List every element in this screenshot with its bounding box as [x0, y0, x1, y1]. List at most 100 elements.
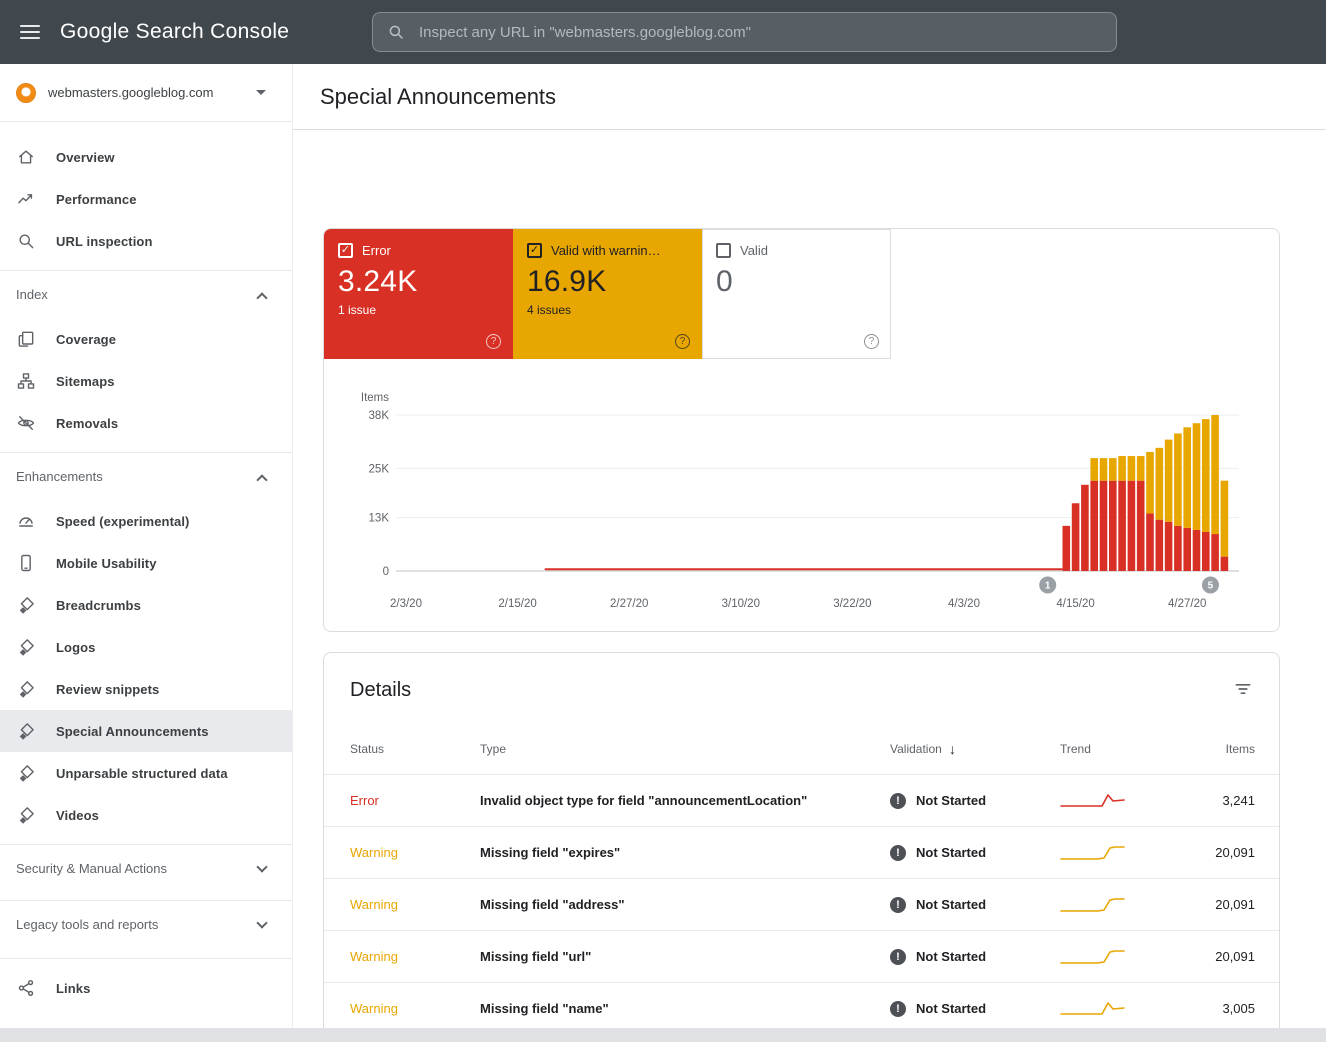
summary-chart-panel: ✓Error3.24K1 issue?✓Valid with warnin…16… — [323, 228, 1280, 632]
not-started-icon: ! — [890, 897, 906, 913]
items-cell: 3,005 — [1210, 1001, 1255, 1016]
menu-icon[interactable] — [20, 21, 44, 43]
svg-text:13K: 13K — [369, 513, 390, 525]
sidebar-item-mobile-usability[interactable]: Mobile Usability — [0, 542, 292, 584]
chevron-down-icon — [256, 861, 267, 872]
type-cell: Missing field "address" — [480, 897, 890, 912]
sidebar-item-coverage[interactable]: Coverage — [0, 318, 292, 360]
sidebar-section-index[interactable]: Index — [0, 270, 292, 318]
help-icon[interactable]: ? — [675, 334, 690, 349]
column-header-trend[interactable]: Trend — [1060, 742, 1210, 756]
url-inspection-input[interactable] — [417, 23, 1102, 42]
sidebar-item-label: Removals — [56, 416, 118, 431]
sidebar-section-security-manual-actions[interactable]: Security & Manual Actions — [0, 844, 292, 892]
sidebar-nav: Overview Performance URL inspection Index Co… — [0, 122, 292, 1009]
sidebar-item-label: Performance — [56, 192, 137, 207]
sidebar-item-logos[interactable]: Logos — [0, 626, 292, 668]
card-subtext: 4 issues — [527, 303, 688, 317]
sidebar-item-breadcrumbs[interactable]: Breadcrumbs — [0, 584, 292, 626]
status-cell: Warning — [350, 845, 480, 860]
items-cell: 20,091 — [1210, 845, 1255, 860]
card-value: 16.9K — [527, 265, 688, 299]
sidebar-item-special-announcements[interactable]: Special Announcements — [0, 710, 292, 752]
sidebar-item-links[interactable]: Links — [0, 967, 292, 1009]
summary-card-valid[interactable]: Valid 0? — [702, 229, 891, 359]
help-icon[interactable]: ? — [864, 334, 879, 349]
status-cell: Warning — [350, 1001, 480, 1016]
chevron-up-icon — [256, 292, 267, 303]
card-value: 0 — [716, 265, 877, 299]
sidebar-section-legacy-tools-and-reports[interactable]: Legacy tools and reports — [0, 900, 292, 948]
sidebar-item-sitemaps[interactable]: Sitemaps — [0, 360, 292, 402]
sidebar-item-videos[interactable]: Videos — [0, 794, 292, 836]
sidebar-item-label: Logos — [56, 640, 96, 655]
speed-icon — [16, 511, 36, 531]
trend-sparkline — [1060, 948, 1130, 966]
summary-card-error[interactable]: ✓Error3.24K1 issue? — [324, 229, 513, 359]
home-icon — [16, 147, 36, 167]
warning-checkbox[interactable]: ✓ — [527, 243, 542, 258]
chart-marker-5: 5 — [1202, 577, 1219, 594]
svg-text:3/10/20: 3/10/20 — [722, 598, 760, 610]
sidebar-item-overview[interactable]: Overview — [0, 136, 292, 178]
type-cell: Missing field "url" — [480, 949, 890, 964]
links-icon — [16, 978, 36, 998]
sidebar-item-removals[interactable]: Removals — [0, 402, 292, 444]
details-row[interactable]: WarningMissing field "address"!Not Start… — [324, 878, 1279, 930]
details-row[interactable]: WarningMissing field "name"!Not Started3… — [324, 982, 1279, 1028]
url-inspection-searchbox[interactable] — [372, 12, 1117, 52]
summary-card-warning[interactable]: ✓Valid with warnin…16.9K4 issues? — [513, 229, 702, 359]
page-title: Special Announcements — [320, 84, 556, 110]
sort-desc-icon: ↓ — [949, 741, 956, 757]
column-header-validation[interactable]: Validation↓ — [890, 741, 1060, 757]
sidebar-item-unparsable-structured-data[interactable]: Unparsable structured data — [0, 752, 292, 794]
removals-icon — [16, 413, 36, 433]
not-started-icon: ! — [890, 845, 906, 861]
valid-checkbox[interactable] — [716, 243, 731, 258]
sidebar-item-speed-experimental[interactable]: Speed (experimental) — [0, 500, 292, 542]
sidebar-section-enhancements[interactable]: Enhancements — [0, 452, 292, 500]
property-favicon-icon — [16, 83, 36, 103]
items-chart: 013K25K38KItems2/3/202/15/202/27/203/10/… — [346, 389, 1257, 615]
sidebar-item-label: Special Announcements — [56, 724, 209, 739]
svg-text:4/3/20: 4/3/20 — [948, 598, 980, 610]
sidebar-item-label: Coverage — [56, 332, 116, 347]
sidebar-item-performance[interactable]: Performance — [0, 178, 292, 220]
column-header-status[interactable]: Status — [350, 742, 480, 756]
details-row[interactable]: WarningMissing field "expires"!Not Start… — [324, 826, 1279, 878]
error-checkbox[interactable]: ✓ — [338, 243, 353, 258]
details-panel: Details StatusTypeValidation↓TrendItems … — [323, 652, 1280, 1028]
section-label: Legacy tools and reports — [16, 917, 158, 932]
sidebar-item-label: Sitemaps — [56, 374, 115, 389]
sidebar-item-label: Videos — [56, 808, 99, 823]
section-label: Enhancements — [16, 469, 103, 484]
validation-status: Not Started — [916, 897, 986, 912]
coverage-icon — [16, 329, 36, 349]
sidebar-item-label: Overview — [56, 150, 115, 165]
svg-text:5: 5 — [1208, 581, 1214, 592]
chart-marker-1: 1 — [1039, 577, 1056, 594]
svg-text:2/3/20: 2/3/20 — [390, 598, 422, 610]
enhancement-icon — [16, 721, 36, 741]
sidebar-item-review-snippets[interactable]: Review snippets — [0, 668, 292, 710]
trend-sparkline — [1060, 1000, 1130, 1018]
validation-status: Not Started — [916, 949, 986, 964]
svg-text:Items: Items — [361, 392, 389, 404]
sidebar-item-label: Review snippets — [56, 682, 159, 697]
filter-icon[interactable] — [1231, 677, 1255, 704]
details-row[interactable]: WarningMissing field "url"!Not Started20… — [324, 930, 1279, 982]
sidebar-item-url-inspection[interactable]: URL inspection — [0, 220, 292, 262]
type-cell: Missing field "expires" — [480, 845, 890, 860]
property-selector[interactable]: webmasters.googleblog.com — [0, 64, 292, 122]
svg-text:2/27/20: 2/27/20 — [610, 598, 648, 610]
help-icon[interactable]: ? — [486, 334, 501, 349]
not-started-icon: ! — [890, 949, 906, 965]
column-header-type[interactable]: Type — [480, 742, 890, 756]
card-label: Valid — [740, 243, 768, 258]
column-header-items[interactable]: Items — [1210, 742, 1255, 756]
sidebar-item-label: Links — [56, 981, 90, 996]
section-label: Security & Manual Actions — [16, 861, 167, 876]
details-row[interactable]: ErrorInvalid object type for field "anno… — [324, 774, 1279, 826]
validation-cell: ! Not Started — [890, 897, 1060, 913]
svg-text:0: 0 — [383, 566, 389, 578]
